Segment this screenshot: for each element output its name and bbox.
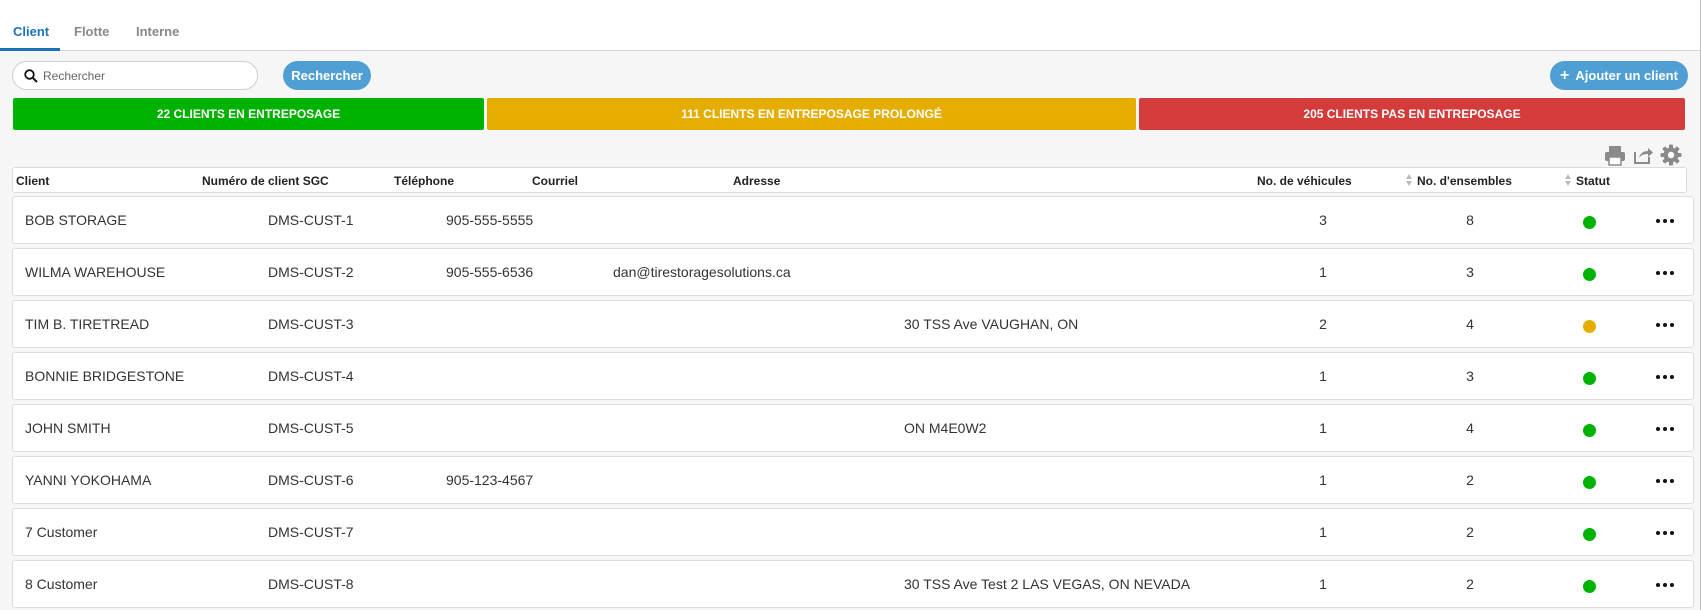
more-options-icon[interactable] — [1650, 315, 1680, 335]
sort-icon[interactable] — [1565, 174, 1571, 186]
client-name: BOB STORAGE — [25, 212, 127, 228]
set-count: 3 — [1466, 368, 1474, 384]
vehicle-count: 2 — [1319, 316, 1327, 332]
set-count: 3 — [1466, 264, 1474, 280]
vehicle-count: 1 — [1319, 368, 1327, 384]
client-number: DMS-CUST-4 — [268, 368, 354, 384]
client-list: BOB STORAGE DMS-CUST-1 905-555-5555 3 8 WILMA… — [12, 196, 1694, 610]
table-row[interactable]: 7 Customer DMS-CUST-7 1 2 — [12, 508, 1694, 556]
table-row[interactable]: YANNI YOKOHAMA DMS-CUST-6 905-123-4567 1 2 — [12, 456, 1694, 504]
status-bar-in-storage[interactable]: 22 CLIENTS EN ENTREPOSAGE — [13, 98, 484, 130]
col-vehicles[interactable]: No. de véhicules — [1257, 174, 1352, 188]
client-address: 30 TSS Ave Test 2 LAS VEGAS, ON NEVADA — [904, 576, 1191, 592]
status-dot — [1583, 268, 1596, 281]
set-count: 4 — [1466, 420, 1474, 436]
tab-interne[interactable]: Interne — [136, 24, 179, 39]
client-phone: 905-555-6536 — [446, 264, 534, 280]
vehicle-count: 3 — [1319, 212, 1327, 228]
more-options-icon[interactable] — [1650, 523, 1680, 543]
client-number: DMS-CUST-8 — [268, 576, 354, 592]
client-number: DMS-CUST-1 — [268, 212, 354, 228]
add-client-label: Ajouter un client — [1575, 68, 1678, 83]
set-count: 2 — [1466, 472, 1474, 488]
client-name: WILMA WAREHOUSE — [25, 264, 166, 280]
status-dot — [1583, 216, 1596, 229]
client-name: BONNIE BRIDGESTONE — [25, 368, 185, 384]
tab-flotte[interactable]: Flotte — [74, 24, 109, 39]
more-options-icon[interactable] — [1650, 419, 1680, 439]
client-number: DMS-CUST-5 — [268, 420, 354, 436]
vehicle-count: 1 — [1319, 576, 1327, 592]
status-dot — [1583, 476, 1596, 489]
client-name: JOHN SMITH — [25, 420, 111, 436]
plus-icon: + — [1560, 66, 1570, 84]
client-email: dan@tirestoragesolutions.ca — [613, 264, 791, 280]
table-row[interactable]: 8 Customer DMS-CUST-8 30 TSS Ave Test 2 LA… — [12, 560, 1694, 608]
client-number: DMS-CUST-3 — [268, 316, 354, 332]
status-dot — [1583, 424, 1596, 437]
search-icon — [24, 69, 38, 83]
set-count: 8 — [1466, 212, 1474, 228]
client-name: TIM B. TIRETREAD — [25, 316, 150, 332]
set-count: 4 — [1466, 316, 1474, 332]
client-phone: 905-555-5555 — [446, 212, 534, 228]
active-tab-indicator — [0, 48, 60, 51]
client-address: 30 TSS Ave VAUGHAN, ON — [904, 316, 1079, 332]
set-count: 2 — [1466, 576, 1474, 592]
table-row[interactable]: TIM B. TIRETREAD DMS-CUST-3 30 TSS Ave VAU… — [12, 300, 1694, 348]
vehicle-count: 1 — [1319, 524, 1327, 540]
search-input[interactable] — [43, 66, 248, 86]
more-options-icon[interactable] — [1650, 367, 1680, 387]
table-toolbar — [1604, 144, 1682, 166]
client-name: YANNI YOKOHAMA — [25, 472, 152, 488]
table-row[interactable]: WILMA WAREHOUSE DMS-CUST-2 905-555-6536 dan… — [12, 248, 1694, 296]
status-dot — [1583, 372, 1596, 385]
table-row[interactable]: BONNIE BRIDGESTONE DMS-CUST-4 1 3 — [12, 352, 1694, 400]
col-email[interactable]: Courriel — [532, 174, 578, 188]
gear-icon[interactable] — [1660, 144, 1682, 166]
col-sgc-number[interactable]: Numéro de client SGC — [202, 174, 329, 188]
sort-icon[interactable] — [1406, 174, 1412, 186]
status-dot — [1583, 528, 1596, 541]
table-header: Client Numéro de client SGC Téléphone Co… — [12, 167, 1687, 193]
search-field — [12, 61, 258, 90]
more-options-icon[interactable] — [1650, 263, 1680, 283]
more-options-icon[interactable] — [1650, 471, 1680, 491]
col-sets[interactable]: No. d'ensembles — [1417, 174, 1512, 188]
vehicle-count: 1 — [1319, 420, 1327, 436]
more-options-icon[interactable] — [1650, 575, 1680, 595]
print-icon[interactable] — [1604, 144, 1626, 166]
set-count: 2 — [1466, 524, 1474, 540]
table-row[interactable]: JOHN SMITH DMS-CUST-5 ON M4E0W2 1 4 — [12, 404, 1694, 452]
status-dot — [1583, 580, 1596, 593]
client-name: 8 Customer — [25, 576, 98, 592]
client-number: DMS-CUST-6 — [268, 472, 354, 488]
tab-bar: Client Flotte Interne — [0, 0, 1701, 51]
search-button[interactable]: Rechercher — [283, 61, 371, 90]
col-status[interactable]: Statut — [1576, 174, 1610, 188]
tab-client[interactable]: Client — [13, 24, 49, 39]
col-phone[interactable]: Téléphone — [394, 174, 454, 188]
more-options-icon[interactable] — [1650, 211, 1680, 231]
status-dot — [1583, 320, 1596, 333]
client-phone: 905-123-4567 — [446, 472, 534, 488]
client-number: DMS-CUST-2 — [268, 264, 354, 280]
vehicle-count: 1 — [1319, 264, 1327, 280]
client-address: ON M4E0W2 — [904, 420, 987, 436]
export-icon[interactable] — [1632, 144, 1654, 166]
col-address[interactable]: Adresse — [733, 174, 780, 188]
status-bar-not-in-storage[interactable]: 205 CLIENTS PAS EN ENTREPOSAGE — [1139, 98, 1685, 130]
status-bar-extended-storage[interactable]: 111 CLIENTS EN ENTREPOSAGE PROLONGÉ — [487, 98, 1136, 130]
table-row[interactable]: BOB STORAGE DMS-CUST-1 905-555-5555 3 8 — [12, 196, 1694, 244]
vehicle-count: 1 — [1319, 472, 1327, 488]
add-client-button[interactable]: + Ajouter un client — [1550, 61, 1688, 90]
col-client[interactable]: Client — [16, 174, 49, 188]
client-name: 7 Customer — [25, 524, 98, 540]
client-number: DMS-CUST-7 — [268, 524, 354, 540]
